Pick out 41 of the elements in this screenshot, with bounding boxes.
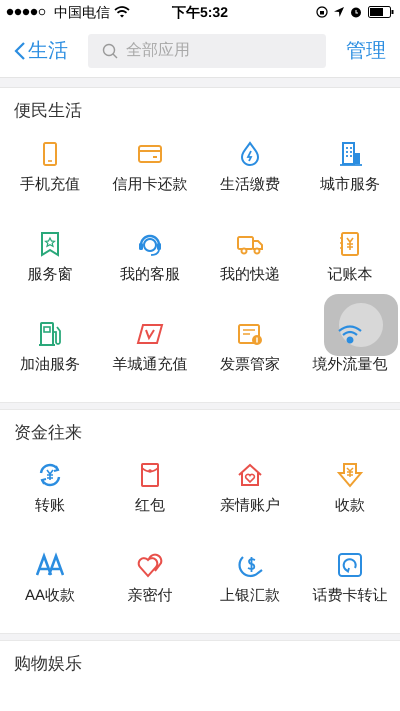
heart-house-icon: [236, 461, 264, 489]
app-shortcut[interactable]: 城市服务: [300, 128, 400, 218]
app-shortcut[interactable]: 红包: [100, 449, 200, 539]
back-button[interactable]: 生活: [14, 36, 68, 66]
app-shortcut[interactable]: 记账本: [300, 218, 400, 308]
app-shortcut[interactable]: 发票管家: [200, 308, 300, 398]
manage-button[interactable]: 管理: [346, 36, 386, 66]
app-shortcut[interactable]: 信用卡还款: [100, 128, 200, 218]
section-title: 资金往来: [13, 422, 83, 444]
app-shortcut[interactable]: 生活缴费: [200, 128, 300, 218]
app-shortcut[interactable]: 亲密付: [100, 539, 200, 629]
battery-icon: [368, 6, 394, 18]
yuan-arrow-down-icon: [336, 461, 364, 489]
app-shortcut[interactable]: 我的快递: [200, 218, 300, 308]
double-heart-icon: [136, 551, 164, 579]
app-shortcut[interactable]: 境外流量包: [300, 308, 400, 398]
fuel-pump-icon: [36, 320, 64, 348]
app-shortcut[interactable]: 服务窗: [0, 218, 100, 308]
refresh-card-icon: [336, 551, 364, 579]
assistive-touch-button[interactable]: [324, 294, 398, 356]
search-field[interactable]: 全部应用: [88, 34, 326, 68]
app-shortcut[interactable]: 收款: [300, 449, 400, 539]
chevron-left-icon: [14, 40, 26, 60]
app-shortcut[interactable]: 转账: [0, 449, 100, 539]
section-title: 便民生活: [13, 100, 83, 122]
app-shortcut[interactable]: 加油服务: [0, 308, 100, 398]
status-time: 下午5:32: [172, 2, 228, 22]
alarm-clock-icon: [350, 6, 362, 18]
app-shortcut[interactable]: 手机充值: [0, 128, 100, 218]
app-shortcut[interactable]: 我的客服: [100, 218, 200, 308]
carrier-name: 中国电信: [54, 2, 110, 22]
app-shortcut[interactable]: 话费卡转让: [300, 539, 400, 629]
app-shortcut[interactable]: 羊城通充值: [100, 308, 200, 398]
search-icon: [102, 42, 118, 58]
app-shortcut[interactable]: 亲情账户: [200, 449, 300, 539]
location-arrow-icon: [334, 7, 344, 17]
app-shortcut[interactable]: 上银汇款: [200, 539, 300, 629]
wifi-icon: [114, 6, 130, 18]
rotation-lock-icon: [316, 6, 328, 18]
section-title: 购物娱乐: [13, 653, 83, 675]
app-shortcut[interactable]: AA收款: [0, 539, 100, 629]
